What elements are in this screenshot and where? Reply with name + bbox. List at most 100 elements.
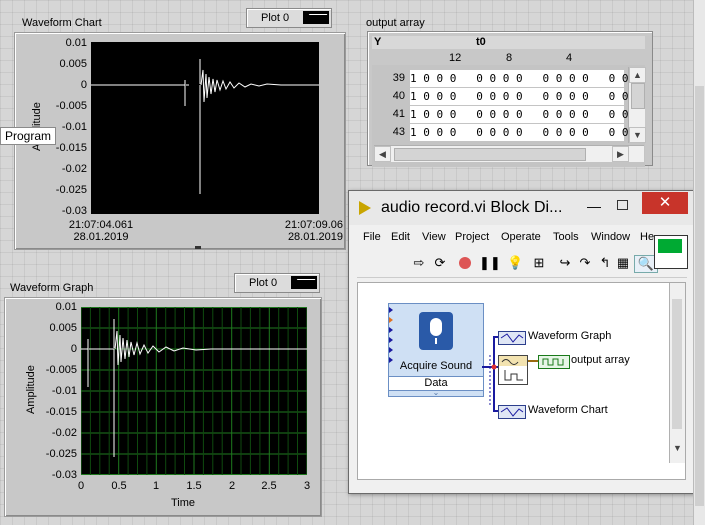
run-continuously-icon[interactable]: ⟳ <box>432 255 448 271</box>
chart-plot-legend-label: Plot 0 <box>261 12 290 24</box>
menu-tools[interactable]: Tools <box>553 231 579 243</box>
array-terminal-icon <box>542 358 564 366</box>
graph-x-tick: 2 <box>228 480 236 492</box>
maximize-icon[interactable] <box>611 197 633 213</box>
chart-y-tick: -0.005 <box>55 100 87 112</box>
line-style-icon[interactable] <box>291 276 317 289</box>
chart-y-tick: -0.025 <box>55 184 87 196</box>
window-titlebar[interactable]: audio record.vi Block Di... — ✕ <box>349 191 695 225</box>
waveform-chart-terminal[interactable] <box>498 405 526 419</box>
menu-window[interactable]: Window <box>591 231 630 243</box>
array-header-t0: t0 <box>476 36 486 48</box>
array-horizontal-scrollbar[interactable]: ◀ ▶ <box>374 145 644 162</box>
array-row-cells[interactable]: 1 0 0 0 0 0 0 0 0 0 0 0 0 0 0 <box>410 88 642 105</box>
scroll-thumb[interactable] <box>631 83 645 109</box>
chart-x-end: 21:07:09.06 28.01.2019 <box>271 219 343 243</box>
chart-y-tick: 0 <box>80 79 87 91</box>
step-out-icon[interactable]: ↰ <box>597 255 613 271</box>
chart-y-tick: 0.005 <box>59 58 87 70</box>
array-row-cells[interactable]: 1 0 0 0 0 0 0 0 0 0 0 0 0 0 0 <box>410 106 642 123</box>
waveform-icon <box>658 239 682 253</box>
graph-y-tick: -0.025 <box>45 448 77 460</box>
array-vertical-scrollbar[interactable]: ▲ ▼ <box>628 67 646 143</box>
cleanup-icon[interactable]: ▦ <box>615 255 631 271</box>
menu-file[interactable]: File <box>363 231 381 243</box>
block-diagram-window[interactable]: audio record.vi Block Di... — ✕ File Edi… <box>348 190 696 494</box>
step-into-icon[interactable]: ↪ <box>557 255 573 271</box>
menu-edit[interactable]: Edit <box>391 231 410 243</box>
block-diagram-canvas[interactable]: Acquire Sound Data ⌄ Waveform Graph outp… <box>357 282 686 480</box>
menu-project[interactable]: Project <box>455 231 489 243</box>
canvas-vertical-scrollbar[interactable]: ▼ <box>669 283 685 463</box>
graph-waveform-trace <box>80 307 308 475</box>
minimize-icon[interactable]: — <box>583 198 605 214</box>
chart-plot-area[interactable] <box>91 42 319 214</box>
graph-x-tick: 0.5 <box>111 480 127 492</box>
output-array: Y t0 12 8 4 39 1 0 0 0 0 0 0 0 0 0 0 0 0… <box>367 31 653 167</box>
line-style-icon[interactable] <box>303 11 329 24</box>
graph-terminal-icon <box>500 333 524 343</box>
chevron-up-icon[interactable]: ▲ <box>629 67 646 83</box>
array-col-label: 12 <box>449 52 462 64</box>
graph-plot-area[interactable] <box>80 307 308 475</box>
chart-y-tick: -0.02 <box>61 163 87 175</box>
graph-y-tick: 0.01 <box>55 301 77 313</box>
menu-operate[interactable]: Operate <box>501 231 541 243</box>
convert-dynamic-data-node[interactable] <box>498 355 528 385</box>
chart-waveform-trace <box>91 59 319 194</box>
array-row-index: 43 <box>392 126 405 138</box>
abort-icon[interactable] <box>457 255 473 271</box>
chevron-right-icon[interactable]: ▶ <box>612 146 629 162</box>
run-arrow-icon[interactable]: ⇨ <box>411 255 427 271</box>
scroll-thumb[interactable] <box>672 299 682 429</box>
chart-terminal-icon <box>500 407 524 417</box>
graph-y-tick: -0.015 <box>45 406 77 418</box>
chevron-left-icon[interactable]: ◀ <box>374 146 391 162</box>
graph-plot-legend-label: Plot 0 <box>249 277 278 289</box>
array-col-label: 4 <box>566 52 573 64</box>
vi-icon[interactable] <box>654 235 688 269</box>
chart-plot-legend[interactable]: Plot 0 <box>246 8 332 28</box>
graph-y-tick: -0.02 <box>51 427 77 439</box>
step-over-icon[interactable]: ↷ <box>577 255 593 271</box>
graph-plot-legend[interactable]: Plot 0 <box>234 273 320 293</box>
chart-scrollbar-handle[interactable] <box>195 246 201 249</box>
front-panel-vertical-scrollbar[interactable] <box>693 0 705 525</box>
array-row[interactable]: 41 1 0 0 0 0 0 0 0 0 0 0 0 0 0 0 <box>372 105 642 123</box>
chart-y-tick: 0.01 <box>65 37 87 49</box>
waveform-graph-terminal[interactable] <box>498 331 526 345</box>
highlight-execution-icon[interactable]: 💡 <box>507 255 523 271</box>
array-header: Y t0 <box>372 36 645 49</box>
chevron-down-icon[interactable]: ▼ <box>629 127 646 143</box>
menu-view[interactable]: View <box>422 231 446 243</box>
retain-wire-values-icon[interactable]: ⊞ <box>531 255 547 271</box>
scroll-thumb[interactable] <box>695 86 704 506</box>
chart-y-tick: -0.03 <box>61 205 87 217</box>
wire-junction <box>491 364 497 370</box>
array-header-y: Y <box>374 36 382 48</box>
scroll-thumb[interactable] <box>394 148 586 161</box>
menu-help[interactable]: He <box>640 231 654 243</box>
array-row-cells[interactable]: 1 0 0 0 0 0 0 0 0 0 0 0 0 0 0 <box>410 124 642 141</box>
chart-x-start: 21:07:04.061 28.01.2019 <box>61 219 141 243</box>
chart-x-end-time: 21:07:09.06 <box>284 219 343 231</box>
waveform-chart-label: Waveform Chart <box>22 17 102 29</box>
chart-x-start-time: 21:07:04.061 <box>68 219 134 231</box>
array-row-cells[interactable]: 1 0 0 0 0 0 0 0 0 0 0 0 0 0 0 <box>410 70 642 87</box>
array-row-index: 41 <box>392 108 405 120</box>
array-row[interactable]: 43 1 0 0 0 0 0 0 0 0 0 0 0 0 0 0 <box>372 123 642 141</box>
array-row[interactable]: 39 1 0 0 0 0 0 0 0 0 0 0 0 0 0 0 <box>372 69 642 87</box>
chart-terminal-label: Waveform Chart <box>528 404 608 416</box>
pause-icon[interactable]: ❚❚ <box>479 255 501 271</box>
graph-x-tick: 3 <box>303 480 311 492</box>
graph-y-tick: -0.005 <box>45 364 77 376</box>
output-array-terminal[interactable] <box>538 355 570 369</box>
waveform-chart: 0.01 0.005 0 -0.005 -0.01 -0.015 -0.02 -… <box>14 32 346 250</box>
waveform-graph: 0.01 0.005 0 -0.005 -0.01 -0.015 -0.02 -… <box>4 297 322 517</box>
chart-x-start-date: 28.01.2019 <box>73 231 129 243</box>
chevron-down-icon[interactable]: ▼ <box>673 443 682 453</box>
array-row[interactable]: 40 1 0 0 0 0 0 0 0 0 0 0 0 0 0 0 <box>372 87 642 105</box>
close-icon[interactable]: ✕ <box>642 192 688 214</box>
chart-x-end-date: 28.01.2019 <box>287 231 343 243</box>
labview-logo-icon <box>359 201 371 215</box>
